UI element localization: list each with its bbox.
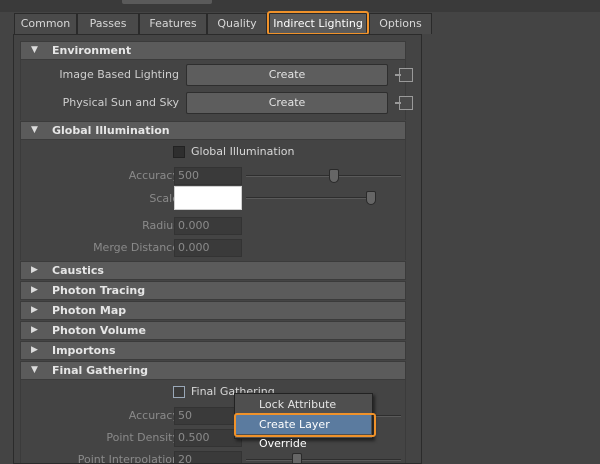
gi-accuracy-slider-knob[interactable] bbox=[329, 169, 340, 183]
section-header-global-illumination[interactable]: ▼ Global Illumination bbox=[20, 121, 406, 140]
fg-point-density-field[interactable]: 0.500 bbox=[174, 429, 242, 447]
fg-point-interpolation-field[interactable]: 20 bbox=[174, 451, 242, 463]
expanded-arrow-icon: ▼ bbox=[31, 45, 38, 55]
tab-passes[interactable]: Passes bbox=[77, 13, 139, 34]
section-header-photon-map[interactable]: ▶ Photon Map bbox=[20, 301, 406, 320]
fg-point-density-label: Point Density bbox=[106, 431, 179, 444]
map-connect-icon[interactable] bbox=[395, 96, 413, 110]
gi-scale-color-swatch[interactable] bbox=[174, 186, 242, 210]
gi-scale-slider-knob[interactable] bbox=[366, 191, 377, 205]
menu-item-lock-attribute[interactable]: Lock Attribute bbox=[236, 395, 371, 414]
ibl-create-button[interactable]: Create bbox=[186, 64, 388, 86]
ibl-label: Image Based Lighting bbox=[59, 68, 179, 81]
tab-features[interactable]: Features bbox=[139, 13, 207, 34]
section-header-photon-volume[interactable]: ▶ Photon Volume bbox=[20, 321, 406, 340]
tab-options[interactable]: Options bbox=[369, 13, 432, 34]
context-menu: Lock Attribute Create Layer Override bbox=[234, 393, 373, 450]
tab-common[interactable]: Common bbox=[14, 13, 77, 34]
fg-point-interpolation-slider-knob[interactable] bbox=[292, 453, 302, 463]
section-header-final-gathering[interactable]: ▼ Final Gathering bbox=[20, 361, 406, 380]
section-body-global-illumination: Global Illumination Accuracy 500 Scale R… bbox=[20, 140, 406, 260]
fg-checkbox[interactable] bbox=[173, 386, 185, 398]
fg-point-interpolation-slider[interactable] bbox=[246, 459, 401, 461]
collapsed-arrow-icon: ▶ bbox=[31, 325, 38, 335]
gi-checkbox[interactable] bbox=[173, 146, 185, 158]
gi-accuracy-slider[interactable] bbox=[246, 175, 401, 177]
gi-accuracy-label: Accuracy bbox=[128, 169, 179, 182]
collapsed-arrow-icon: ▶ bbox=[31, 265, 38, 275]
gi-merge-distance-field[interactable]: 0.000 bbox=[174, 239, 242, 257]
expanded-arrow-icon: ▼ bbox=[31, 365, 38, 375]
expanded-arrow-icon: ▼ bbox=[31, 125, 38, 135]
gi-accuracy-field[interactable]: 500 bbox=[174, 167, 242, 185]
collapsed-arrow-icon: ▶ bbox=[31, 345, 38, 355]
gi-scale-slider[interactable] bbox=[246, 197, 374, 199]
grip-handle bbox=[122, 0, 212, 4]
tab-quality[interactable]: Quality bbox=[207, 13, 267, 34]
section-header-environment[interactable]: ▼ Environment bbox=[20, 41, 406, 60]
gi-scale-label: Scale bbox=[149, 192, 179, 205]
gi-radius-field[interactable]: 0.000 bbox=[174, 217, 242, 235]
gi-radius-label: Radius bbox=[142, 219, 179, 232]
tab-bar: Common Passes Features Quality Indirect … bbox=[0, 11, 600, 35]
sun-sky-create-button[interactable]: Create bbox=[186, 92, 388, 114]
fg-point-interpolation-label: Point Interpolation bbox=[77, 453, 179, 464]
fg-accuracy-label: Accuracy bbox=[128, 409, 179, 422]
collapsed-arrow-icon: ▶ bbox=[31, 305, 38, 315]
menu-item-create-layer-override[interactable]: Create Layer Override bbox=[236, 415, 371, 450]
section-header-photon-tracing[interactable]: ▶ Photon Tracing bbox=[20, 281, 406, 300]
sun-sky-label: Physical Sun and Sky bbox=[62, 96, 179, 109]
tab-indirect-lighting[interactable]: Indirect Lighting bbox=[267, 11, 369, 35]
section-header-caustics[interactable]: ▶ Caustics bbox=[20, 261, 406, 280]
map-connect-icon[interactable] bbox=[395, 68, 413, 82]
right-empty-area bbox=[422, 34, 600, 464]
top-strip bbox=[0, 0, 600, 12]
fg-accuracy-field[interactable]: 50 bbox=[174, 407, 242, 425]
collapsed-arrow-icon: ▶ bbox=[31, 285, 38, 295]
gi-merge-distance-label: Merge Distance bbox=[93, 241, 179, 254]
gi-checkbox-label: Global Illumination bbox=[191, 145, 295, 158]
section-header-importons[interactable]: ▶ Importons bbox=[20, 341, 406, 360]
section-body-environment: Image Based Lighting Create Physical Sun… bbox=[20, 60, 413, 120]
